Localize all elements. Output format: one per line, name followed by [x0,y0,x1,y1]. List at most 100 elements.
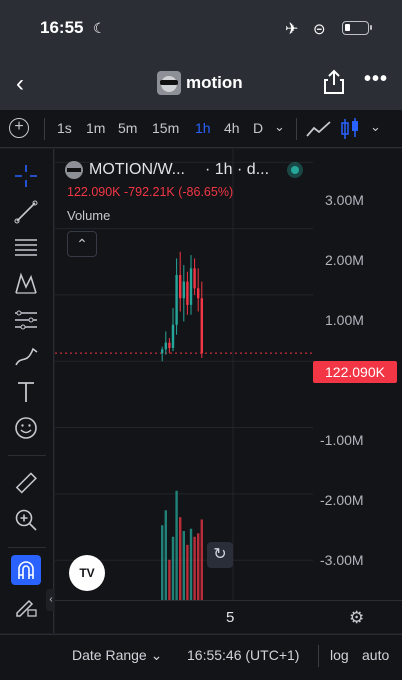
candle-body [175,275,178,325]
line-chart-icon[interactable] [306,118,332,140]
candle-body [197,288,200,299]
interval-4h[interactable]: 4h [224,120,240,136]
chevron-down-icon[interactable]: ⌄ [274,119,285,135]
legend-price: 122.090K [67,185,121,199]
date-range-button[interactable]: Date Range ⌄ [72,647,162,664]
candle-body [182,281,185,299]
candle-body [189,268,193,305]
bottom-bar: Date Range ⌄ 16:55:46 (UTC+1) log auto [0,634,402,680]
crosshair-icon[interactable] [11,161,41,191]
settings-icon[interactable]: ⚙ [349,608,364,628]
more-icon[interactable]: ••• [364,68,388,91]
avatar [157,71,181,95]
text-icon[interactable] [11,377,41,407]
candle-series [161,251,203,362]
symbol-name[interactable]: MOTION/W... [89,161,185,179]
candle-body [168,342,171,348]
chart-pane[interactable]: MOTION/W... · 1h · d... 122.090K -792.21… [55,149,402,633]
volume-bar [171,536,175,600]
candle-body [161,349,164,354]
divider [44,118,45,140]
link-icon: ⊝ [313,21,326,38]
price-axis-label: 3.00M [325,192,364,208]
interval-1s[interactable]: 1s [57,120,72,136]
price-axis-label: -2.00M [320,492,364,508]
pattern-icon[interactable] [11,269,41,299]
drawing-toolbar: ‹ [0,149,56,633]
add-symbol-button[interactable]: + [9,118,29,138]
legend-timeframe: · 1h · d... [205,161,270,178]
interval-toolbar: + 1s 1m 5m 15m 1h 4h D ⌄ ⌄ [0,110,402,148]
auto-scale-toggle[interactable]: auto [362,647,389,663]
moon-icon: ☾ [93,20,106,36]
zoom-in-icon[interactable] [11,505,41,535]
status-time: 16:55 [40,18,84,37]
trend-line-icon[interactable] [11,197,41,227]
market-status-indicator[interactable] [287,162,303,178]
log-scale-toggle[interactable]: log [330,647,349,663]
price-axis-label: -1.00M [320,432,364,448]
legend-change-pct: (-86.65%) [178,185,234,199]
volume-bar [168,559,171,600]
reset-chart-button[interactable]: ↻ [207,542,233,568]
symbol-avatar [65,161,83,179]
airplane-icon: ✈ [285,21,299,38]
fib-lines-icon[interactable] [11,233,41,263]
candles-icon[interactable] [339,117,361,141]
ruler-icon[interactable] [11,469,41,499]
volume-bar [164,510,167,600]
time-axis[interactable]: 5 ⚙ [55,600,402,633]
time-axis-tick: 5 [226,609,235,626]
interval-15m[interactable]: 15m [152,120,179,136]
status-bar: 16:55 ☾ ✈ ⊝ [0,0,402,58]
projection-icon[interactable] [11,305,41,335]
divider [8,455,46,456]
volume-label[interactable]: Volume [67,208,110,223]
date-range-label: Date Range [72,647,147,663]
brush-icon[interactable] [11,341,41,371]
chevron-down-icon[interactable]: ⌄ [370,119,381,135]
candle-body [179,275,182,299]
divider [318,645,319,667]
magnet-icon[interactable] [11,555,41,585]
candle-body [186,281,189,305]
candle-body [171,324,175,348]
volume-bar [197,533,200,600]
nav-bar: ‹ motion ••• [0,58,402,110]
tradingview-logo[interactable]: TV [69,555,105,591]
volume-series [161,490,203,600]
volume-bar [186,544,189,600]
share-icon[interactable] [322,68,346,96]
volume-bar [175,490,178,600]
price-axis-label: 2.00M [325,252,364,268]
app-root: { "status": { "time": "16:55" }, "nav": … [0,0,402,680]
interval-1h[interactable]: 1h [195,120,211,136]
divider [296,118,297,140]
unlock-icon[interactable] [11,627,41,633]
volume-bar [161,525,164,600]
volume-bar [179,517,182,600]
last-price-tag: 122.090K [313,361,397,383]
collapse-legend-button[interactable]: ⌃ [67,231,97,257]
price-axis-label: -3.00M [320,552,364,568]
emoji-icon[interactable] [11,413,41,443]
interval-5m[interactable]: 5m [118,120,137,136]
interval-1m[interactable]: 1m [86,120,105,136]
battery-icon [342,21,372,35]
legend-prices: 122.090K -792.21K (-86.65%) [67,185,233,199]
timezone-clock[interactable]: 16:55:46 (UTC+1) [187,647,299,663]
interval-d[interactable]: D [253,120,263,136]
legend-change: -792.21K [124,185,175,199]
candle-body [164,342,167,350]
volume-bar [200,519,203,600]
page-title: motion [186,73,243,92]
price-axis-label: 1.00M [325,312,364,328]
volume-bar [193,536,196,600]
volume-bar [189,528,193,600]
volume-bar [182,531,185,600]
back-icon[interactable]: ‹ [16,70,24,98]
lock-drawing-icon[interactable] [11,591,41,621]
candle-body [193,268,196,289]
candle-body [200,298,203,354]
divider [8,547,46,548]
